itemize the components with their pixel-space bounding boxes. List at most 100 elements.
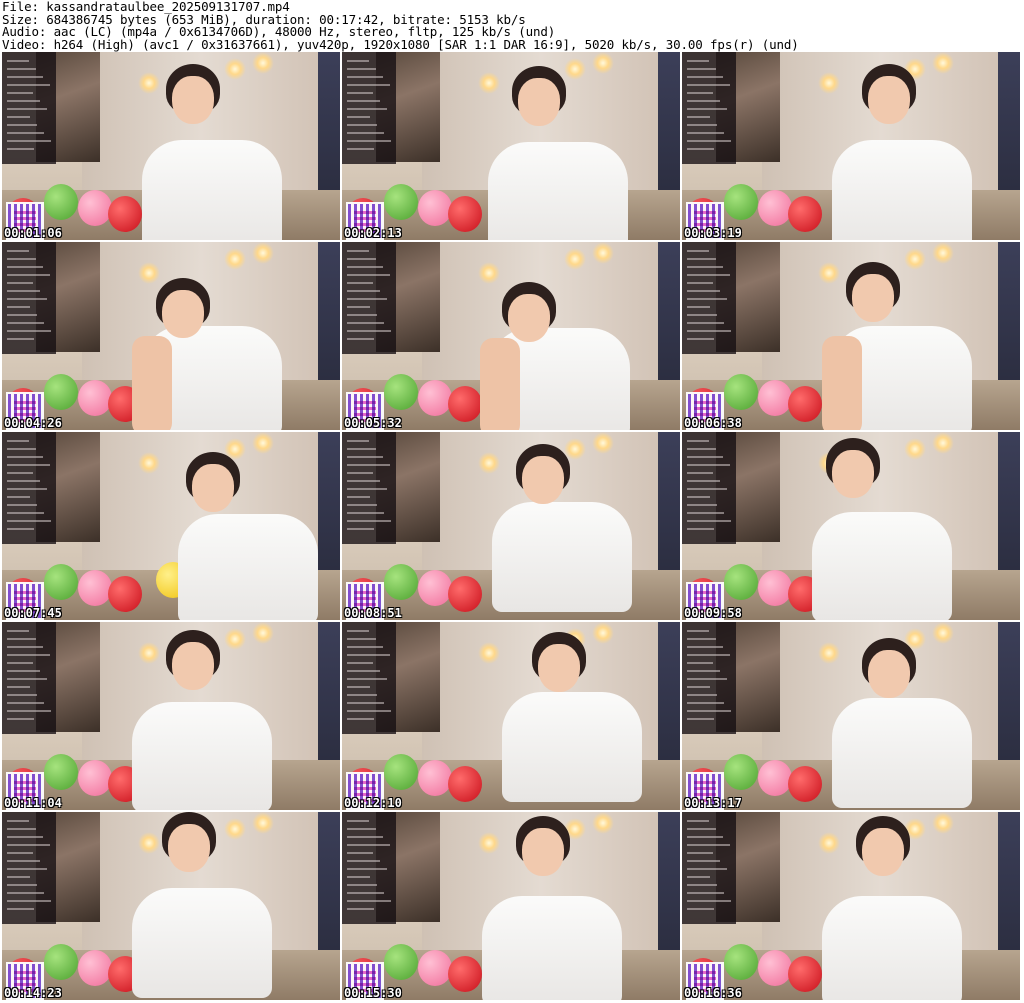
stream-overlay-menu [342, 622, 396, 734]
overlay-menu-row [347, 828, 376, 830]
overlay-menu-row [687, 876, 710, 878]
overlay-menu-row [347, 718, 374, 720]
wall-lamp [592, 432, 614, 454]
balloon [108, 576, 142, 612]
wall-lamp [138, 72, 160, 94]
overlay-menu-row [687, 694, 717, 696]
face [832, 450, 874, 498]
overlay-menu-row [347, 148, 374, 150]
overlay-menu-row [7, 448, 36, 450]
overlay-menu-row [7, 306, 30, 308]
overlay-menu-row [347, 836, 383, 838]
overlay-menu-row [7, 92, 33, 94]
overlay-menu-row [347, 860, 380, 862]
thumbnail-timestamp: 00:04:26 [4, 416, 62, 430]
overlay-menu-row [347, 654, 390, 656]
overlay-menu-row [347, 298, 387, 300]
overlay-menu-row [347, 884, 377, 886]
overlay-menu-row [7, 266, 43, 268]
overlay-menu-row [347, 322, 384, 324]
knees [822, 336, 862, 430]
overlay-menu-row [7, 60, 29, 62]
video-info-line: Video: h264 (High) (avc1 / 0x31637661), … [2, 36, 799, 52]
overlay-menu-row [347, 528, 374, 530]
balloon [78, 380, 112, 416]
overlay-menu-row [7, 630, 29, 632]
overlay-menu-row [7, 290, 40, 292]
thumbnail-timestamp: 00:03:19 [684, 226, 742, 240]
overlay-menu-row [347, 520, 391, 522]
balloon [418, 570, 452, 606]
overlay-menu-row [687, 820, 709, 822]
overlay-menu-row [687, 678, 727, 680]
overlay-menu-row [347, 108, 387, 110]
wall-lamp [252, 812, 274, 834]
overlay-menu-row [687, 900, 731, 902]
balloon [384, 754, 418, 790]
overlay-menu-row [7, 702, 44, 704]
overlay-menu-row [347, 282, 373, 284]
stream-overlay-menu [682, 432, 736, 544]
overlay-menu-row [347, 274, 390, 276]
overlay-menu-row [347, 116, 370, 118]
overlay-menu-row [687, 670, 720, 672]
overlay-menu-row [347, 488, 387, 490]
balloon [78, 570, 112, 606]
overlay-menu-row [347, 496, 370, 498]
face [868, 650, 910, 698]
overlay-menu-row [347, 900, 391, 902]
balloon [418, 950, 452, 986]
balloon [78, 950, 112, 986]
thumbnail-timestamp: 00:14:23 [4, 986, 62, 1000]
overlay-menu-row [687, 512, 724, 514]
wall-lamp [138, 642, 160, 664]
overlay-menu-row [7, 820, 29, 822]
face [862, 828, 904, 876]
balloon [418, 760, 452, 796]
overlay-menu-row [347, 892, 384, 894]
overlay-menu-row [347, 464, 390, 466]
wall-lamp [932, 432, 954, 454]
file-info-header: File: kassandrataulbee_202509131707.mp4 … [2, 0, 1022, 52]
stream-overlay-menu [342, 52, 396, 164]
face [522, 456, 564, 504]
overlay-menu-row [687, 472, 713, 474]
overlay-menu-row [687, 116, 710, 118]
face [172, 76, 214, 124]
overlay-menu-row [687, 480, 720, 482]
overlay-menu-row [7, 314, 37, 316]
overlay-menu-row [7, 512, 44, 514]
thumbnail-grid: 00:01:06 00:02:13 00:03:19 00:04:26 00:05:32… [2, 52, 1024, 1003]
overlay-menu-row [347, 306, 370, 308]
face [172, 642, 214, 690]
overlay-menu-row [7, 520, 51, 522]
balloon [384, 184, 418, 220]
stream-overlay-menu [2, 812, 56, 924]
balloon [384, 564, 418, 600]
overlay-menu-row [7, 76, 43, 78]
overlay-menu-row [687, 686, 710, 688]
overlay-menu-row [687, 710, 731, 712]
face [538, 644, 580, 692]
balloon [78, 190, 112, 226]
overlay-menu-row [347, 710, 391, 712]
overlay-menu-row [347, 456, 383, 458]
balloon [724, 754, 758, 790]
overlay-menu-row [7, 258, 36, 260]
white-tshirt [832, 140, 972, 240]
balloon [724, 944, 758, 980]
balloon [758, 380, 792, 416]
overlay-menu-row [347, 670, 380, 672]
overlay-menu-row [7, 456, 43, 458]
overlay-menu-row [687, 84, 730, 86]
balloon [448, 386, 482, 422]
balloon [44, 944, 78, 980]
overlay-menu-row [687, 662, 713, 664]
video-thumbnail: 00:03:19 [682, 52, 1020, 240]
stream-overlay-menu [682, 622, 736, 734]
wall-lamp [932, 52, 954, 74]
overlay-menu-row [687, 250, 709, 252]
thumbnail-timestamp: 00:13:17 [684, 796, 742, 810]
overlay-menu-row [687, 884, 717, 886]
overlay-menu-row [687, 844, 730, 846]
